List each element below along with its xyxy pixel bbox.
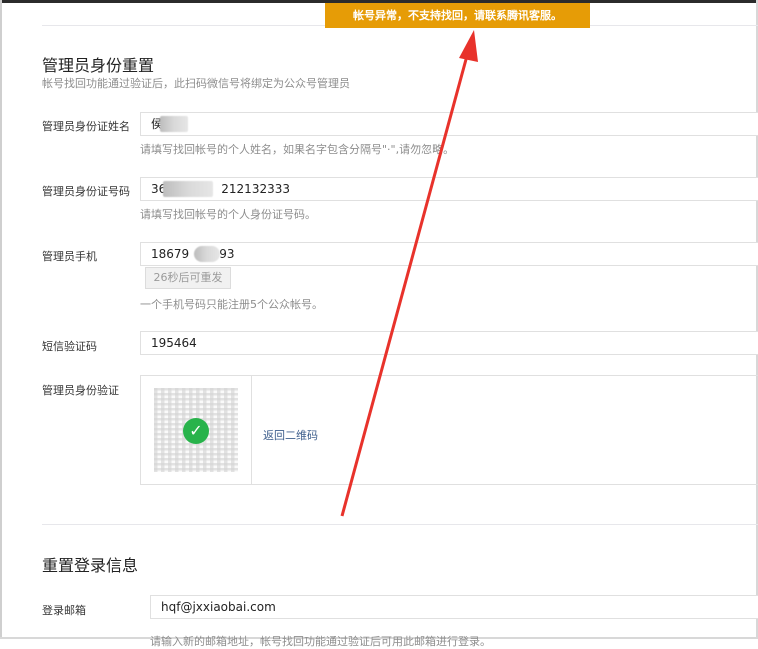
arrow-head — [459, 30, 478, 62]
annotation-arrow — [340, 30, 478, 517]
arrow-shaft — [340, 51, 470, 517]
